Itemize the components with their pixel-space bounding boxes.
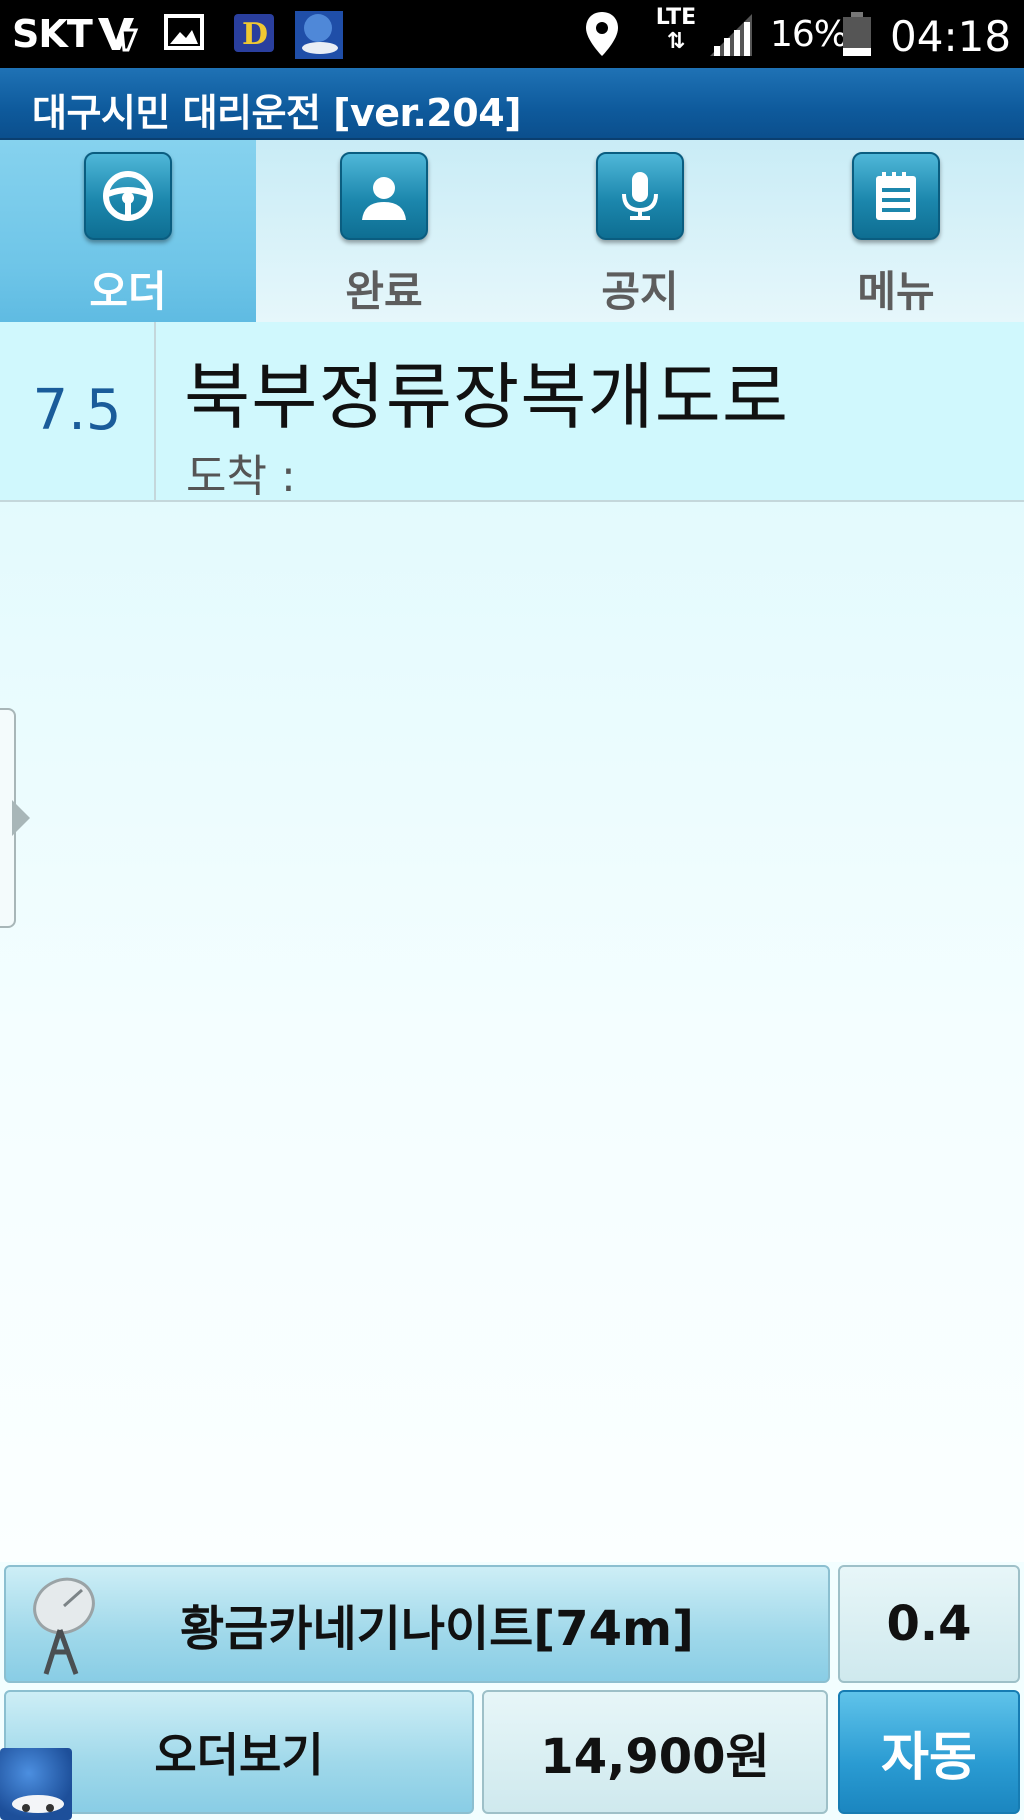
steering-wheel-icon: [84, 152, 172, 240]
tab-notice-label: 공지: [601, 267, 679, 316]
order-destination: 북부정류장복개도로: [184, 355, 790, 439]
tab-order-label: 오더: [89, 267, 167, 316]
fare-button[interactable]: 14,900원: [482, 1690, 828, 1814]
vpn-icon: [94, 10, 140, 60]
tab-completed[interactable]: 완료: [256, 140, 512, 322]
satellite-dish-icon: [33, 1577, 95, 1675]
status-bar: SKT D LTE ⇅ 16% 04:18: [0, 0, 1024, 68]
order-list-item[interactable]: 7.5 북부정류장복개도로 도착 :: [0, 322, 1024, 502]
tab-completed-label: 완료: [345, 267, 423, 316]
distance-value: 0.4: [886, 1596, 972, 1652]
view-orders-button[interactable]: 오더보기: [4, 1690, 474, 1814]
person-icon: [340, 152, 428, 240]
tab-bar: 오더 완료 공지 메뉴: [0, 140, 1024, 322]
signal-icon: [706, 10, 756, 64]
fare-value: 14,900원: [540, 1729, 770, 1785]
order-list-area: [0, 502, 1024, 1562]
app-title: 대구시민 대리운전 [ver.204]: [32, 91, 522, 135]
carrier-label: SKT: [12, 12, 93, 56]
current-location-label: 황금카네기나이트[74m]: [180, 1601, 694, 1657]
order-distance: 7.5: [0, 322, 156, 500]
distance-value-button[interactable]: 0.4: [838, 1565, 1020, 1683]
svg-text:D: D: [242, 17, 268, 52]
dict-app-icon: D: [232, 10, 278, 60]
battery-icon: [840, 10, 874, 62]
app-title-bar: 대구시민 대리운전 [ver.204]: [0, 68, 1024, 140]
auto-mode-label: 자동: [881, 1727, 977, 1788]
tab-menu-label: 메뉴: [857, 267, 935, 316]
network-label: LTE: [655, 5, 697, 30]
driver-app-icon: [294, 10, 344, 64]
clock: 04:18: [890, 12, 1012, 61]
order-arrival-label: 도착 :: [186, 451, 296, 502]
location-icon: [582, 10, 622, 62]
chevron-right-icon: [12, 800, 30, 836]
tab-menu[interactable]: 메뉴: [768, 140, 1024, 322]
view-orders-label: 오더보기: [154, 1728, 324, 1782]
tab-order[interactable]: 오더: [0, 140, 256, 322]
app-logo-icon: [0, 1748, 72, 1820]
gallery-icon: [162, 10, 206, 58]
auto-mode-button[interactable]: 자동: [838, 1690, 1020, 1814]
notepad-icon: [852, 152, 940, 240]
battery-percent: 16%: [770, 14, 848, 55]
tab-notice[interactable]: 공지: [512, 140, 768, 322]
lte-icon: LTE ⇅: [655, 5, 697, 54]
microphone-icon: [596, 152, 684, 240]
current-location-button[interactable]: 황금카네기나이트[74m]: [4, 1565, 830, 1683]
